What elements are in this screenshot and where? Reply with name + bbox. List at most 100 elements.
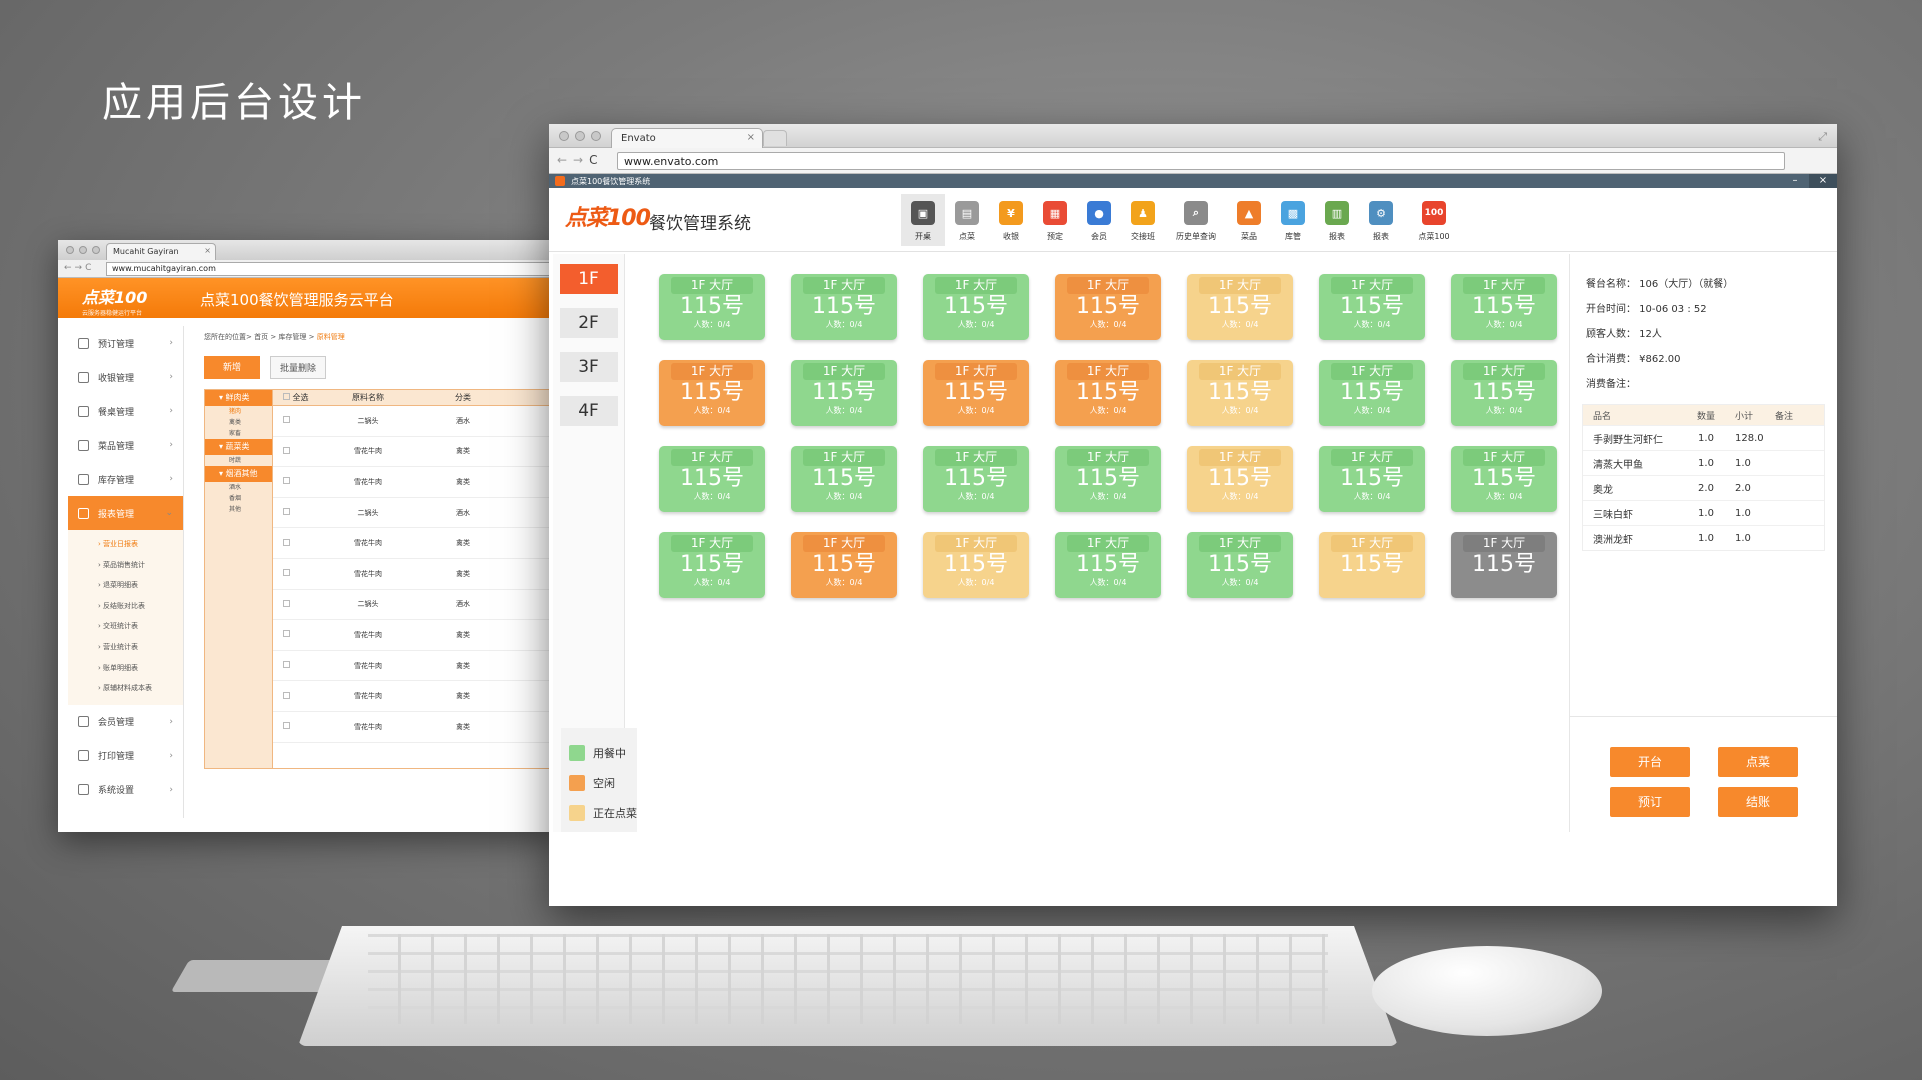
dining-table-card[interactable]: 1F 大厅 115号 人数：0/4: [1055, 360, 1161, 426]
sidebar-item[interactable]: 餐桌管理 ›: [68, 394, 183, 428]
order-row[interactable]: 澳洲龙虾 1.0 1.0: [1583, 525, 1824, 550]
toolbar-button[interactable]: ▤ 点菜: [945, 194, 989, 246]
dining-table-card[interactable]: 1F 大厅 115号 人数：0/4: [923, 274, 1029, 340]
dining-table-card[interactable]: 1F 大厅 115号 人数：0/4: [1319, 360, 1425, 426]
dining-table-card[interactable]: 1F 大厅 115号 人数：0/4: [923, 446, 1029, 512]
row-checkbox[interactable]: [273, 599, 313, 609]
close-icon[interactable]: ×: [204, 246, 211, 255]
dining-table-card[interactable]: 1F 大厅 115号 人数：0/4: [659, 446, 765, 512]
floor-tab[interactable]: 1F: [559, 264, 618, 294]
dining-table-card[interactable]: 1F 大厅 115号 人数：0/4: [659, 532, 765, 598]
dining-table-card[interactable]: 1F 大厅 115号 人数：0/4: [791, 446, 897, 512]
category-item[interactable]: 禽类: [205, 417, 272, 428]
close-icon[interactable]: ×: [747, 132, 755, 143]
nav-arrows-icon[interactable]: ←→C: [557, 153, 604, 167]
dining-table-card[interactable]: 1F 大厅 115号 人数：0/4: [1187, 274, 1293, 340]
row-checkbox[interactable]: [273, 538, 313, 548]
open-table-button[interactable]: 开台: [1610, 747, 1690, 777]
table-row[interactable]: 雪花牛肉 禽类: [273, 620, 557, 651]
dining-table-card[interactable]: 1F 大厅 115号: [1319, 532, 1425, 598]
dining-table-card[interactable]: 1F 大厅 115号 人数：0/4: [791, 360, 897, 426]
toolbar-button[interactable]: ⌕ 历史单查询: [1165, 194, 1227, 246]
close-icon[interactable]: ×: [1809, 174, 1837, 188]
url-field[interactable]: www.mucahitgayiran.com: [106, 262, 552, 276]
row-checkbox[interactable]: [273, 569, 313, 578]
row-checkbox[interactable]: [273, 661, 313, 670]
window-controls[interactable]: [559, 131, 601, 141]
dining-table-card[interactable]: 1F 大厅 115号 人数：0/4: [791, 274, 897, 340]
toolbar-button[interactable]: ▩ 库管: [1271, 194, 1315, 246]
dining-table-card[interactable]: 1F 大厅 115号 人数：0/4: [1451, 360, 1557, 426]
order-button[interactable]: 点菜: [1718, 747, 1798, 777]
sidebar-item[interactable]: 打印管理 ›: [68, 739, 183, 773]
sidebar-item[interactable]: 库存管理 ›: [68, 462, 183, 496]
select-all-header[interactable]: 全选: [273, 392, 313, 403]
dining-table-card[interactable]: 1F 大厅 115号 人数：0/4: [1055, 446, 1161, 512]
dining-table-card[interactable]: 1F 大厅 115号 人数：0/4: [791, 532, 897, 598]
dining-table-card[interactable]: 1F 大厅 115号 人数：0/4: [1187, 532, 1293, 598]
table-row[interactable]: 二锅头 酒水: [273, 590, 557, 621]
table-row[interactable]: 雪花牛肉 禽类: [273, 437, 557, 468]
category-item[interactable]: 猪肉: [205, 406, 272, 417]
row-checkbox[interactable]: [273, 691, 313, 701]
window-controls[interactable]: [66, 246, 100, 254]
url-field[interactable]: www.envato.com: [617, 152, 1785, 170]
dining-table-card[interactable]: 1F 大厅 115号 人数：0/4: [923, 532, 1029, 598]
dining-table-card[interactable]: 1F 大厅 115号 人数：0/4: [1055, 532, 1161, 598]
submenu-item[interactable]: › 营业日报表: [68, 534, 183, 555]
table-row[interactable]: 二锅头 酒水: [273, 498, 557, 529]
nav-arrows-icon[interactable]: ←→C: [64, 263, 94, 273]
floor-tab[interactable]: 4F: [559, 396, 618, 426]
toolbar-button[interactable]: 100 点菜100: [1403, 194, 1465, 246]
fullscreen-icon[interactable]: ⤢: [1818, 130, 1827, 144]
order-row[interactable]: 手剥野生河虾仁 1.0 128.0: [1583, 425, 1824, 450]
submenu-item[interactable]: › 账单明细表: [68, 658, 183, 679]
sidebar-item[interactable]: 收银管理 ›: [68, 360, 183, 394]
floor-tab[interactable]: 2F: [559, 308, 618, 338]
submenu-item[interactable]: › 菜品销售统计: [68, 555, 183, 576]
dining-table-card[interactable]: 1F 大厅 115号 人数：0/4: [1187, 360, 1293, 426]
toolbar-button[interactable]: ▦ 预定: [1033, 194, 1077, 246]
sidebar-item[interactable]: 菜品管理 ›: [68, 428, 183, 462]
submenu-item[interactable]: › 原辅材料成本表: [68, 678, 183, 699]
dining-table-card[interactable]: 1F 大厅 115号 人数：0/4: [659, 274, 765, 340]
category-item[interactable]: 家畜: [205, 428, 272, 439]
toolbar-button[interactable]: ▲ 菜品: [1227, 194, 1271, 246]
sidebar-item[interactable]: 预订管理 ›: [68, 326, 183, 360]
submenu-item[interactable]: › 营业统计表: [68, 637, 183, 658]
toolbar-button[interactable]: ¥ 收银: [989, 194, 1033, 246]
category-header[interactable]: ▾ 鲜肉类: [205, 390, 272, 406]
row-checkbox[interactable]: [273, 722, 313, 731]
table-row[interactable]: 雪花牛肉 禽类: [273, 559, 557, 590]
dining-table-card[interactable]: 1F 大厅 115号 人数：0/4: [1451, 274, 1557, 340]
toolbar-button[interactable]: ▣ 开桌: [901, 194, 945, 246]
minimize-icon[interactable]: –: [1781, 174, 1809, 188]
category-item[interactable]: 香烟: [205, 493, 272, 504]
category-header[interactable]: ▾ 蔬菜类: [205, 439, 272, 455]
dining-table-card[interactable]: 1F 大厅 115号 人数：0/4: [1055, 274, 1161, 340]
table-row[interactable]: 雪花牛肉 禽类: [273, 651, 557, 682]
table-row[interactable]: 雪花牛肉 禽类: [273, 467, 557, 498]
row-checkbox[interactable]: [273, 446, 313, 456]
row-checkbox[interactable]: [273, 416, 313, 425]
row-checkbox[interactable]: [273, 630, 313, 639]
submenu-item[interactable]: › 退菜明细表: [68, 575, 183, 596]
row-checkbox[interactable]: [273, 477, 313, 486]
toolbar-button[interactable]: ♟ 交接班: [1121, 194, 1165, 246]
browser-tab[interactable]: Mucahit Gayiran ×: [106, 243, 216, 260]
submenu-item[interactable]: › 反结账对比表: [68, 596, 183, 617]
toolbar-button[interactable]: ⚙ 报表: [1359, 194, 1403, 246]
table-row[interactable]: 二锅头 酒水: [273, 406, 557, 437]
toolbar-button[interactable]: ● 会员: [1077, 194, 1121, 246]
table-row[interactable]: 雪花牛肉 禽类: [273, 681, 557, 712]
category-item[interactable]: 其他: [205, 504, 272, 515]
category-header[interactable]: ▾ 烟酒其他: [205, 466, 272, 482]
dining-table-card[interactable]: 1F 大厅 115号 人数：0/4: [1319, 274, 1425, 340]
dining-table-card[interactable]: 1F 大厅 115号: [1451, 532, 1557, 598]
new-tab-button[interactable]: [763, 130, 787, 146]
reserve-button[interactable]: 预订: [1610, 787, 1690, 817]
dining-table-card[interactable]: 1F 大厅 115号 人数：0/4: [923, 360, 1029, 426]
category-item[interactable]: 酒水: [205, 482, 272, 493]
table-row[interactable]: 雪花牛肉 禽类: [273, 528, 557, 559]
sidebar-item[interactable]: 报表管理 ⌄: [68, 496, 183, 530]
